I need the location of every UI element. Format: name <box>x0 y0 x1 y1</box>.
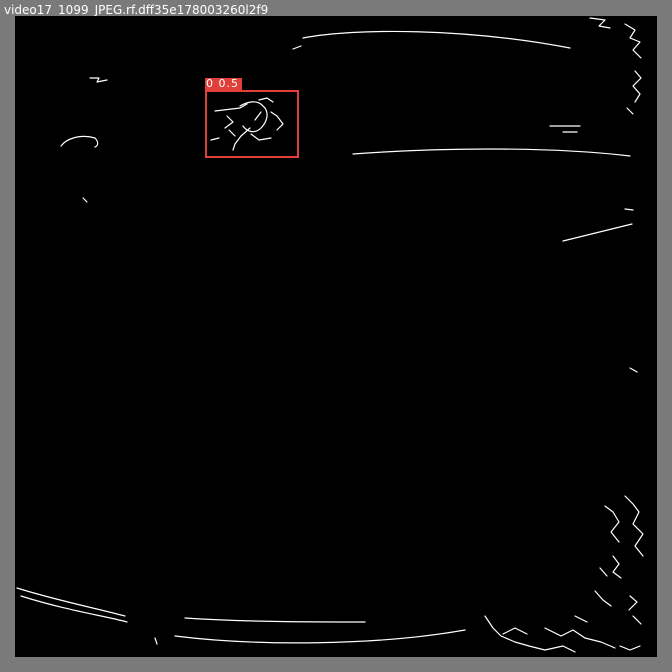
edge-mid-arc <box>352 148 631 157</box>
edge-top-arc <box>302 30 571 49</box>
edge-detection-image: 0 0.5 <box>15 16 657 657</box>
image-viewer-frame: video17_1099_JPEG.rf.dff35e178003260l2f9 <box>0 0 672 672</box>
detection-box <box>205 90 299 158</box>
image-filename: video17_1099_JPEG.rf.dff35e178003260l2f9 <box>4 3 269 17</box>
detection-label: 0 0.5 <box>205 78 242 90</box>
edge-bottom-arc <box>174 629 466 644</box>
edge-lines <box>16 17 644 653</box>
edge-bottom-left-arc <box>16 587 126 617</box>
